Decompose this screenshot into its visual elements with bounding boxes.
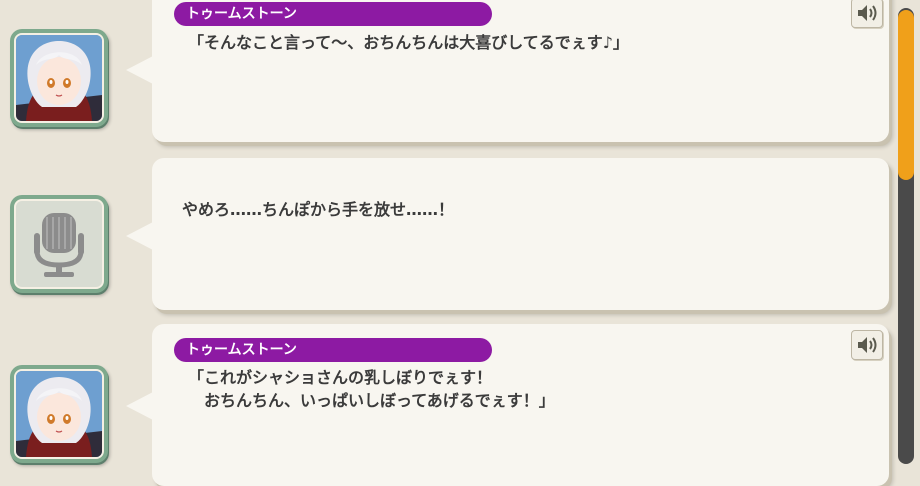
bubble-tail: [126, 222, 153, 250]
message-text: やめろ……ちんぽから手を放せ……！: [182, 200, 455, 219]
message-text: 「そんなこと言って～、おちんちんは大喜びしてるでぇす♪」: [188, 33, 629, 52]
message-bubble: やめろ……ちんぽから手を放せ……！: [152, 158, 889, 310]
character-portrait: [14, 33, 104, 123]
voice-replay-button[interactable]: [851, 330, 883, 360]
dialogue-entry: トゥームストーン 「これがシャショさんの乳しぼりでぇす！ おちんちん、いっぱいし…: [0, 324, 893, 486]
avatar: [10, 29, 108, 127]
bubble-tail: [126, 56, 153, 84]
message-text: 「これがシャショさんの乳しぼりでぇす！ おちんちん、いっぱいしぼってあげるでぇす…: [188, 368, 555, 410]
speaker-name-tag: トゥームストーン: [174, 2, 492, 26]
dialogue-entry: トゥームストーン 「そんなこと言って～、おちんちんは大喜びしてるでぇす♪」: [0, 0, 893, 142]
scrollbar[interactable]: [898, 8, 914, 464]
microphone-icon: [14, 199, 104, 289]
avatar: [10, 365, 108, 463]
speaker-icon: [858, 5, 877, 21]
speaker-icon: [858, 337, 877, 353]
scrollbar-thumb[interactable]: [898, 10, 914, 180]
character-portrait: [14, 369, 104, 459]
bubble-tail: [126, 392, 153, 420]
message-bubble: トゥームストーン 「これがシャショさんの乳しぼりでぇす！ おちんちん、いっぱいし…: [152, 324, 889, 486]
dialogue-entry: やめろ……ちんぽから手を放せ……！: [0, 158, 893, 310]
avatar: [10, 195, 108, 293]
voice-replay-button[interactable]: [851, 0, 883, 28]
message-bubble: トゥームストーン 「そんなこと言って～、おちんちんは大喜びしてるでぇす♪」: [152, 0, 889, 142]
speaker-name-tag: トゥームストーン: [174, 338, 492, 362]
